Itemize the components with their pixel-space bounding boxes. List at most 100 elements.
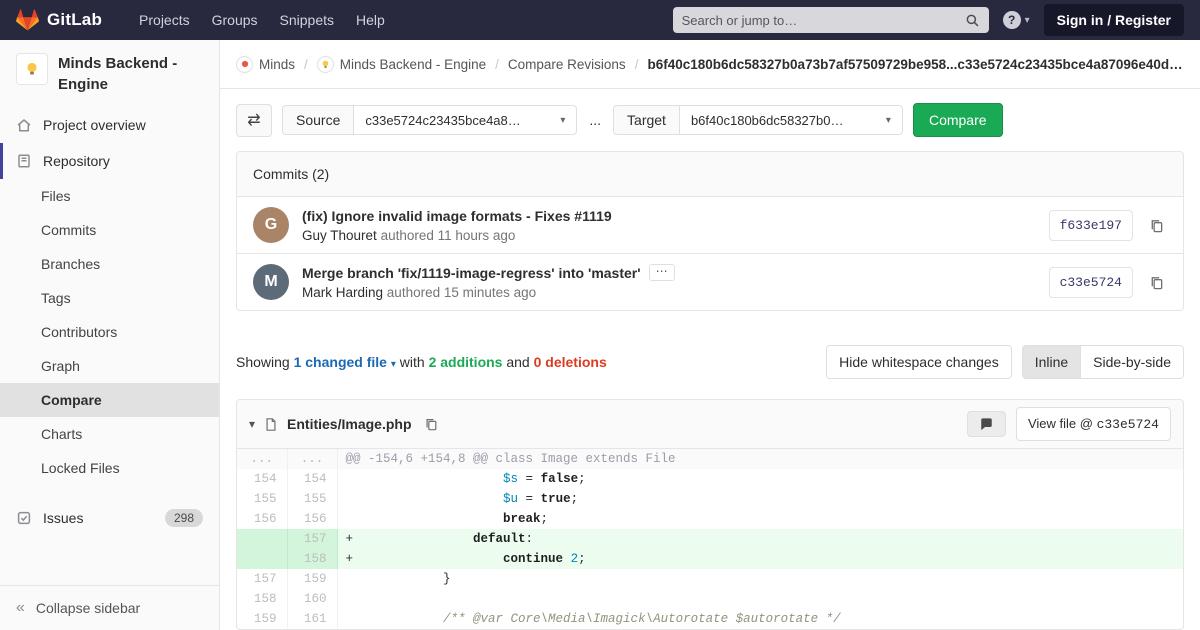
side-by-side-view-button[interactable]: Side-by-side [1080,345,1184,379]
nav-item-help[interactable]: Help [345,4,396,36]
commit-title-link[interactable]: Merge branch 'fix/1119-image-regress' in… [302,265,641,281]
old-line-number: ... [237,449,288,469]
sidebar-item-locked-files[interactable]: Locked Files [0,451,219,485]
sidebar-project-link[interactable]: Minds Backend - Engine [0,40,219,107]
diff-view-toggle: Inline Side-by-side [1021,345,1184,379]
sidebar-item-tags[interactable]: Tags [0,281,219,315]
sidebar-item-issues[interactable]: Issues 298 [0,499,219,537]
project-avatar [16,53,48,85]
sidebar-item-project-overview[interactable]: Project overview [0,107,219,143]
new-line-number[interactable]: 161 [287,609,338,629]
commits-panel-header: Commits (2) [237,152,1183,197]
old-line-number[interactable]: 158 [237,589,288,609]
new-line-number[interactable]: 154 [287,469,338,489]
old-line-number[interactable]: 155 [237,489,288,509]
search-icon[interactable] [965,13,980,28]
project-sidebar: Minds Backend - Engine Project overview … [0,40,220,630]
target-ref-dropdown[interactable]: b6f40c180b6dc58327b0… ▾ [678,105,903,135]
and-label: and [506,354,530,370]
diff-stats-text: Showing 1 changed file ▾ with 2 addition… [236,354,607,370]
sidebar-item-repository[interactable]: Repository [0,143,219,179]
sidebar-item-compare[interactable]: Compare [0,383,219,417]
source-input-group: Source c33e5724c23435bce4a8… ▾ [282,105,578,135]
view-file-button[interactable]: View file @ c33e5724 [1015,407,1171,441]
breadcrumb-page[interactable]: Compare Revisions [508,57,626,72]
new-line-number[interactable]: 156 [287,509,338,529]
nav-item-projects[interactable]: Projects [128,4,201,36]
sidebar-item-contributors[interactable]: Contributors [0,315,219,349]
new-line-number[interactable]: 160 [287,589,338,609]
deletions-count: 0 deletions [533,354,607,370]
diff-line-row: 158 160 [237,589,1183,609]
old-line-number[interactable]: 159 [237,609,288,629]
sidebar-item-branches[interactable]: Branches [0,247,219,281]
search-input[interactable] [681,12,965,28]
sidebar-item-label: Project overview [43,117,146,133]
breadcrumb-separator: / [304,56,308,72]
gitlab-logo[interactable]: GitLab [16,9,102,31]
commit-meta: Mark Harding authored 15 minutes ago [302,285,1036,300]
sidebar-item-graph[interactable]: Graph [0,349,219,383]
commit-sha-button[interactable]: f633e197 [1048,209,1133,241]
diff-table: ... ... @@ -154,6 +154,8 @@ class Image … [237,449,1183,629]
project-avatar-small [316,55,334,73]
help-dropdown[interactable]: ? ▾ [1002,11,1030,29]
sidebar-item-files[interactable]: Files [0,179,219,213]
old-line-number[interactable]: 157 [237,569,288,589]
navbar-right: ? ▾ Sign in / Register [672,4,1184,36]
new-line-number[interactable]: 159 [287,569,338,589]
top-navbar: GitLab Projects Groups Snippets Help ? ▾… [0,0,1200,40]
target-label: Target [613,105,679,135]
diff-hunk-row: ... ... @@ -154,6 +154,8 @@ class Image … [237,449,1183,469]
swap-revisions-button[interactable]: ⇄ [236,103,272,137]
showing-label: Showing [236,354,290,370]
commit-author-link[interactable]: Mark Harding [302,285,383,300]
old-line-number[interactable]: 154 [237,469,288,489]
old-line-number[interactable] [237,549,288,569]
tanuki-icon [16,9,39,31]
new-line-number[interactable]: 155 [287,489,338,509]
copy-sha-icon[interactable] [1146,272,1167,293]
changed-files-dropdown[interactable]: 1 changed file ▾ [294,354,396,370]
collapse-sidebar-button[interactable]: « Collapse sidebar [0,585,219,630]
nav-item-groups[interactable]: Groups [201,4,269,36]
commit-author-link[interactable]: Guy Thouret [302,228,377,243]
commit-row: G (fix) Ignore invalid image formats - F… [237,197,1183,253]
sidebar-item-commits[interactable]: Commits [0,213,219,247]
file-path: Entities/Image.php [287,416,412,432]
compare-revisions-form: ⇄ Source c33e5724c23435bce4a8… ▾ ... Tar… [220,89,1200,149]
comment-on-file-button[interactable] [966,411,1006,437]
diff-line-row: 157 159 } [237,569,1183,589]
help-icon: ? [1002,11,1021,29]
commit-title-link[interactable]: (fix) Ignore invalid image formats - Fix… [302,208,612,224]
code-line [337,589,1183,609]
commit-meta-text: authored 15 minutes ago [386,285,537,300]
old-line-number[interactable] [237,529,288,549]
commit-sha-button[interactable]: c33e5724 [1048,266,1133,298]
file-diff-header: ▾ Entities/Image.php View file @ c33e572… [237,400,1183,449]
breadcrumb-revision-range: b6f40c180b6dc58327b0a73b7af57509729be958… [647,56,1184,72]
global-search [672,7,989,33]
sidebar-item-charts[interactable]: Charts [0,417,219,451]
commit-author-avatar[interactable]: G [253,207,289,243]
code-line: /** @var Core\Media\Imagick\Autorotate $… [443,612,841,626]
diff-added-line-row: 158 + continue 2; [237,549,1183,569]
source-ref-dropdown[interactable]: c33e5724c23435bce4a8… ▾ [353,105,578,135]
inline-view-button[interactable]: Inline [1021,345,1082,379]
old-line-number[interactable]: 156 [237,509,288,529]
toggle-commit-description-button[interactable]: ⋯ [648,264,675,281]
breadcrumb-project-label: Minds Backend - Engine [339,56,487,72]
hide-whitespace-button[interactable]: Hide whitespace changes [826,345,1012,379]
breadcrumb-project[interactable]: Minds Backend - Engine [316,55,487,73]
nav-item-snippets[interactable]: Snippets [269,4,345,36]
new-line-number[interactable]: 158 [287,549,338,569]
commit-author-avatar[interactable]: M [253,264,289,300]
new-line-number[interactable]: 157 [287,529,338,549]
brand-name: GitLab [47,10,103,29]
copy-file-path-icon[interactable] [421,414,441,434]
sign-in-register-button[interactable]: Sign in / Register [1043,4,1184,36]
breadcrumb-group[interactable]: Minds [236,55,295,73]
collapse-diff-icon[interactable]: ▾ [249,417,255,431]
compare-button[interactable]: Compare [912,103,1003,137]
copy-sha-icon[interactable] [1146,215,1167,236]
